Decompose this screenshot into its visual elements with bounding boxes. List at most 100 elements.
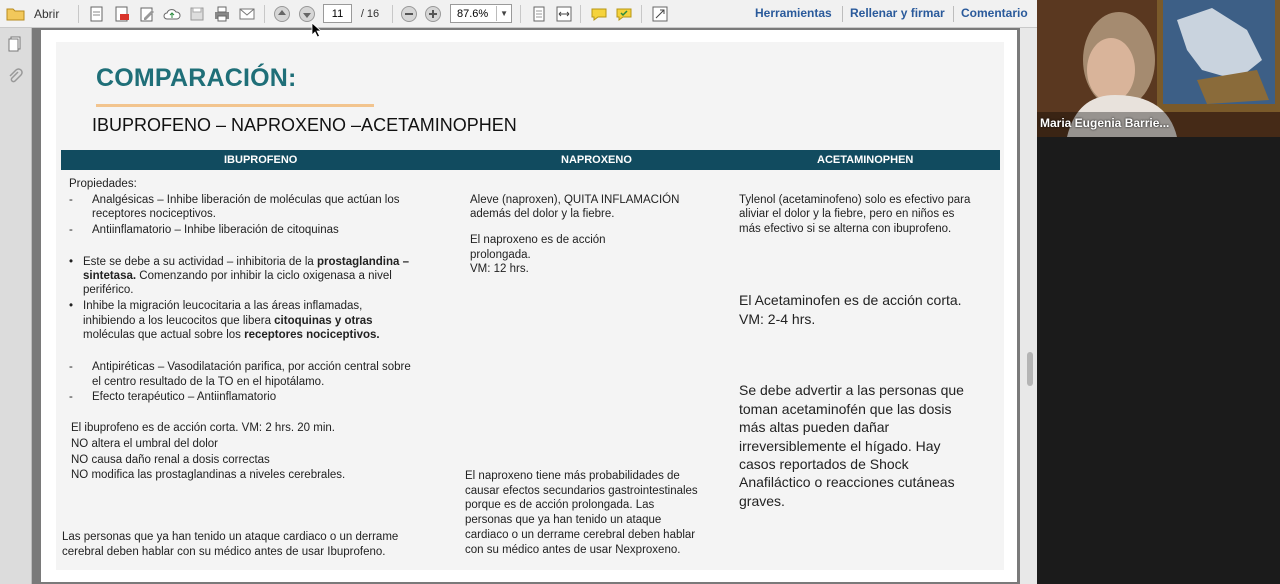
divider bbox=[520, 5, 521, 23]
open-button[interactable]: Abrir bbox=[6, 4, 66, 24]
left-navigation-pane bbox=[0, 28, 32, 584]
save-icon[interactable] bbox=[188, 5, 206, 23]
nap-p3-line1: El naproxeno tiene más probabilidades de bbox=[465, 470, 680, 482]
nap-p2-line3: VM: 12 hrs. bbox=[470, 263, 529, 275]
toolbar: Abrir 11 / 16 87.6% ▼ Herramientas Relle… bbox=[0, 0, 1037, 28]
title-underline bbox=[96, 104, 374, 107]
chevron-down-icon: ▼ bbox=[496, 6, 508, 21]
fill-sign-link[interactable]: Rellenar y firmar bbox=[850, 6, 945, 20]
text-span: inhibiendo a los leucocitos que libera bbox=[83, 315, 275, 327]
ibu-properties-label: Propiedades: bbox=[69, 178, 137, 190]
column-header-naproxeno: NAPROXENO bbox=[561, 154, 632, 166]
ibu-note-renal: NO causa daño renal a dosis correctas bbox=[71, 454, 270, 466]
edit-pdf-icon[interactable] bbox=[138, 5, 156, 23]
zoom-out-icon[interactable] bbox=[400, 5, 418, 23]
ibu-analgesic-line2: receptores nociceptivos. bbox=[92, 208, 217, 220]
fit-page-icon[interactable] bbox=[530, 5, 548, 23]
ibu-antipyretic-line2: el centro resultado de la TO en el hipot… bbox=[92, 376, 325, 388]
ace-p3-line4: irreversiblemente el hígado. Hay bbox=[739, 438, 941, 454]
video-panel-background bbox=[1037, 137, 1280, 584]
comment-link[interactable]: Comentario bbox=[961, 6, 1028, 20]
participant-name: Maria Eugenia Barrie... bbox=[1040, 116, 1170, 130]
pdf-viewer-window: Abrir 11 / 16 87.6% ▼ Herramientas Relle… bbox=[0, 0, 1280, 584]
ibu-bullet2-line3: moléculas que actual sobre los receptore… bbox=[83, 328, 380, 343]
ace-p3-line6: Anafiláctico o reacciones cutáneas bbox=[739, 474, 955, 490]
ace-p3-line1: Se debe advertir a las personas que bbox=[739, 382, 964, 398]
ibu-bullet1-line2: sintetasa. Comenzando por inhibir la cic… bbox=[83, 269, 392, 284]
column-header-acetaminophen: ACETAMINOPHEN bbox=[817, 154, 914, 166]
attachment-icon[interactable] bbox=[7, 68, 23, 84]
ibu-note-pain-threshold: NO altera el umbral del dolor bbox=[71, 438, 219, 450]
email-icon[interactable] bbox=[238, 5, 256, 23]
arrow-down-icon[interactable] bbox=[298, 5, 316, 23]
ace-p2-line1: El Acetaminofen es de acción corta. bbox=[739, 292, 962, 308]
nap-p2-line2: prolongada. bbox=[470, 249, 531, 261]
zoom-in-icon[interactable] bbox=[424, 5, 442, 23]
slide-subtitle: IBUPROFENO – NAPROXENO –ACETAMINOPHEN bbox=[92, 115, 517, 135]
ace-p2-line2: VM: 2-4 hrs. bbox=[739, 311, 816, 327]
bold-span: receptores nociceptivos. bbox=[244, 329, 380, 341]
ibu-therapeutic-effect: Efecto terapéutico – Antiinflamatorio bbox=[92, 391, 277, 403]
divider bbox=[842, 6, 843, 22]
nap-p3-line2: causar efectos secundarios gastrointesti… bbox=[465, 485, 698, 497]
text-span: Este se debe a su actividad – inhibitori… bbox=[83, 256, 317, 268]
vertical-scrollbar[interactable] bbox=[1020, 28, 1037, 584]
ace-p3-line5: casos reportados de Shock bbox=[739, 456, 909, 472]
nap-p2-line1: El naproxeno es de acción bbox=[470, 234, 606, 246]
print-icon[interactable] bbox=[213, 5, 231, 23]
text-span: moléculas que actual sobre los bbox=[83, 329, 245, 341]
divider bbox=[264, 5, 265, 23]
cloud-upload-icon[interactable] bbox=[163, 5, 181, 23]
zoom-select[interactable]: 87.6% ▼ bbox=[450, 4, 512, 23]
slide-title: COMPARACIÓN: bbox=[96, 64, 297, 92]
page-total: / 16 bbox=[360, 8, 380, 20]
bold-span: prostaglandina – bbox=[316, 256, 410, 268]
pages-icon[interactable] bbox=[7, 36, 23, 52]
divider bbox=[78, 5, 79, 23]
comment-icon[interactable] bbox=[590, 5, 608, 23]
ace-p1-line3: más efectivo si se alterna con ibuprofen… bbox=[739, 223, 952, 235]
ibu-bullet1-line3: periférico. bbox=[83, 284, 134, 296]
create-pdf-icon[interactable] bbox=[88, 5, 106, 23]
fit-width-icon[interactable] bbox=[555, 5, 573, 23]
ibu-warning-line2: cerebral deben hablar con su médico ante… bbox=[62, 546, 386, 558]
dash-marker: - bbox=[69, 391, 73, 403]
export-pdf-icon[interactable] bbox=[113, 5, 131, 23]
page-number-input[interactable]: 11 bbox=[323, 4, 352, 23]
ibu-note-prostaglandins: NO modifica las prostaglandinas a nivele… bbox=[71, 469, 346, 481]
nap-p1-line2: además del dolor y la fiebre. bbox=[470, 208, 615, 220]
bullet-marker: • bbox=[69, 300, 74, 312]
ace-p1-line1: Tylenol (acetaminofeno) solo es efectivo… bbox=[739, 194, 971, 206]
bold-span: citoquinas y otras bbox=[274, 315, 373, 327]
arrow-up-icon[interactable] bbox=[273, 5, 291, 23]
fullscreen-icon[interactable] bbox=[651, 5, 669, 23]
scrollbar-thumb[interactable] bbox=[1027, 352, 1033, 386]
dash-marker: - bbox=[69, 224, 73, 236]
divider bbox=[641, 5, 642, 23]
divider bbox=[953, 6, 954, 22]
text-span: Comenzando por inhibir la ciclo oxigenas… bbox=[136, 270, 392, 282]
ace-p3-line3: más altas pueden dañar bbox=[739, 419, 890, 435]
ace-p3-line2: toman acetaminofén que las dosis bbox=[739, 401, 952, 417]
nap-p3-line3: porque es de acción prolongada. Las bbox=[465, 499, 655, 511]
ibu-bullet2-line2: inhibiendo a los leucocitos que libera c… bbox=[83, 314, 373, 329]
ace-p3-line7: graves. bbox=[739, 493, 785, 509]
bold-span: sintetasa. bbox=[83, 270, 137, 282]
ibu-note-short-action: El ibuprofeno es de acción corta. VM: 2 … bbox=[71, 422, 335, 434]
nap-p3-line5: cardiaco o un derrame cerebral deben hab… bbox=[465, 529, 696, 541]
dash-marker: - bbox=[69, 194, 73, 206]
tools-link[interactable]: Herramientas bbox=[755, 6, 832, 20]
nap-p1-line1: Aleve (naproxen), QUITA INFLAMACIÓN bbox=[470, 194, 680, 206]
column-header-ibuprofeno: IBUPROFENO bbox=[224, 154, 298, 166]
mouse-cursor-icon bbox=[311, 22, 323, 38]
open-label: Abrir bbox=[34, 7, 60, 21]
dash-marker: - bbox=[69, 361, 73, 373]
divider bbox=[392, 5, 393, 23]
ibu-bullet2-line1: Inhibe la migración leucocitaria a las á… bbox=[83, 300, 363, 312]
highlight-icon[interactable] bbox=[615, 5, 633, 23]
ibu-warning-line1: Las personas que ya han tenido un ataque… bbox=[62, 531, 399, 543]
ibu-bullet1-line1: Este se debe a su actividad – inhibitori… bbox=[83, 255, 409, 270]
nap-p3-line6: con su médico antes de usar Nexproxeno. bbox=[465, 544, 681, 556]
divider bbox=[580, 5, 581, 23]
nap-p3-line4: personas que ya han tenido un ataque bbox=[465, 514, 662, 526]
